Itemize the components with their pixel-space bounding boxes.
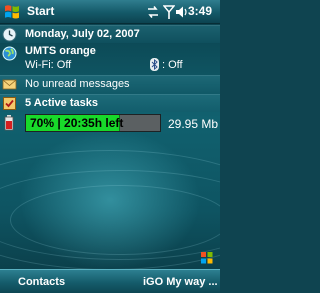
clock-icon <box>2 27 17 42</box>
start-menu-button[interactable]: Start <box>27 4 54 18</box>
clock[interactable]: 3:49 <box>188 4 212 18</box>
messages-row[interactable]: No unread messages <box>0 75 220 93</box>
battery-progress-label: 70% | 20:35h left <box>30 116 124 130</box>
tasks-row[interactable]: 5 Active tasks <box>0 94 220 112</box>
bluetooth-status[interactable]: : Off <box>162 59 183 71</box>
date-row[interactable]: Monday, July 02, 2007 <box>0 25 220 43</box>
windows-logo-icon[interactable] <box>3 3 21 21</box>
envelope-icon <box>2 79 17 90</box>
softkey-bar: Contacts iGO My way ... <box>0 269 220 293</box>
background-swirl <box>10 185 220 255</box>
bluetooth-icon <box>150 58 159 71</box>
battery-icon <box>4 115 14 131</box>
title-bar: Start 3:49 <box>0 0 220 24</box>
volume-icon[interactable] <box>175 4 187 20</box>
battery-progress-bar[interactable]: 70% | 20:35h left <box>25 114 161 132</box>
wifi-status[interactable]: Wi-Fi: Off <box>25 59 71 71</box>
date-label: Monday, July 02, 2007 <box>25 28 140 40</box>
signal-icon[interactable] <box>163 4 175 20</box>
storage-free-label: 29.95 Mb <box>168 117 219 131</box>
tasks-checkbox-icon <box>3 97 16 110</box>
globe-icon <box>2 46 17 61</box>
operator-label: UMTS orange <box>25 45 96 57</box>
contacts-softkey[interactable]: Contacts <box>18 276 65 288</box>
tasks-label: 5 Active tasks <box>25 97 98 109</box>
messages-label: No unread messages <box>25 78 130 90</box>
igo-softkey[interactable]: iGO My way ... <box>143 276 218 288</box>
connectivity-icon[interactable] <box>146 4 160 20</box>
connection-row[interactable]: UMTS orange Wi-Fi: Off : Off <box>0 44 220 74</box>
today-screen: Start 3:49 Monday, July 02, 2007 UMTS or… <box>0 0 220 293</box>
input-panel-icon[interactable] <box>200 251 214 265</box>
